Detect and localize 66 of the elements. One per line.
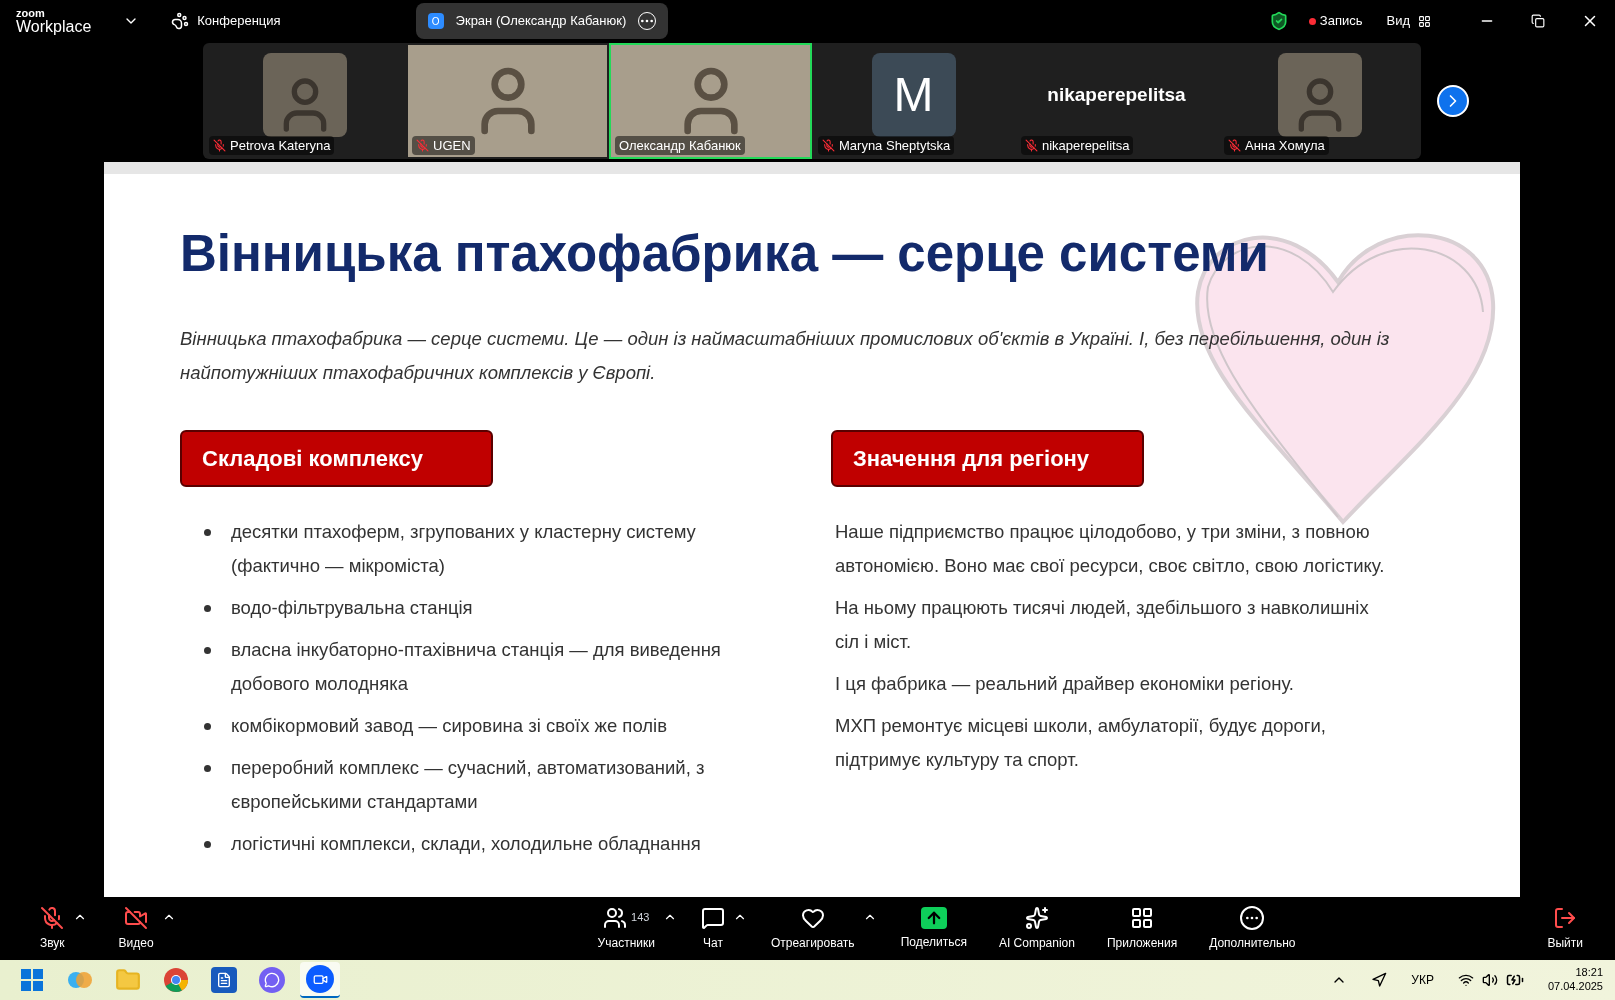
exit-icon [1553, 905, 1578, 930]
avatar-initial: M [871, 53, 956, 137]
participant-count: 143 [631, 910, 650, 926]
toolbar-button[interactable]: Звук [32, 905, 73, 952]
toolbar-button[interactable]: Дополнительно [1201, 905, 1304, 952]
clock[interactable]: 18:21 07.04.2025 [1547, 966, 1603, 994]
app-logo: zoom Workplace [16, 7, 92, 35]
body-paragraph: Наше підприємство працює цілодобово, у три зміни, з повною автономією. Воно має свої ресурси, своє світло, свою логістику. [835, 519, 1386, 578]
participant-name: Petrova Kateryna [209, 135, 335, 155]
body-paragraph: МХП ремонтує місцеві школи, амбулаторії, будує дороги, підтримує культуру та спорт. [835, 713, 1327, 772]
restore-icon[interactable] [1531, 14, 1545, 28]
bullet-icon [204, 528, 211, 536]
wifi-icon[interactable] [1457, 972, 1474, 988]
participant-tile[interactable]: M Maryna Sheptytska [812, 43, 1015, 159]
camera-app-icon[interactable] [300, 962, 340, 998]
participant-name: nikaperepelitsa [1021, 135, 1134, 155]
next-page-button[interactable] [1437, 85, 1469, 117]
participant-name: Олександр Кабанюк [615, 135, 745, 155]
intro-paragraph: Вінницька птахофабрика — серце системи. Це — один із наймасштабніших промислових об'єктів в Україні. І, без перебільшення, один із найпотужніших птахофабричних комплексів у Європі. [180, 326, 1391, 385]
section-heading: Складові комплексу [180, 429, 493, 487]
grid-icon [1418, 14, 1431, 28]
participant-tile[interactable]: Petrova Kateryna [203, 43, 406, 159]
leave-button[interactable]: Выйти [1547, 905, 1583, 952]
paw-icon [171, 12, 190, 30]
speaker-icon[interactable] [1481, 972, 1498, 988]
toolbar-button[interactable]: 143 Участники [589, 905, 663, 952]
location-icon[interactable] [1371, 972, 1388, 988]
toolbar-button[interactable]: Приложения [1098, 905, 1186, 952]
people-icon [603, 905, 628, 930]
list-item: водо-фільтрувальна станція [231, 595, 473, 620]
meeting-menu[interactable]: Конференция [171, 11, 281, 31]
participant-tile[interactable]: nikaperepelitsa nikaperepelitsa [1015, 43, 1218, 159]
bullet-icon [204, 764, 211, 772]
view-button[interactable]: Вид [1386, 11, 1431, 31]
participant-tile[interactable]: Олександр Кабанюк [609, 43, 812, 159]
list-item: логістичні комплекси, склади, холодильне обладнання [231, 831, 701, 856]
toolbar-button[interactable]: AI Companion [990, 905, 1083, 952]
list-item: комбікормовий завод — сировина зі своїх же полів [231, 713, 667, 738]
share-pill[interactable]: O Экран (Олександр Кабанюк) [415, 3, 669, 39]
sparkle-icon [1024, 905, 1049, 930]
toolbar-button[interactable]: Чат [692, 905, 733, 952]
language-indicator[interactable]: УКР [1411, 971, 1434, 989]
participant-tile[interactable]: UGEN [406, 43, 609, 159]
chat-bubble-icon [700, 905, 725, 930]
slide-title: Вінницька птахофабрика — серце системи [180, 224, 1270, 284]
bullet-icon [204, 840, 211, 848]
grid-icon [1130, 905, 1155, 930]
body-paragraph: І ця фабрика — реальний драйвер економіки регіону. [835, 671, 1295, 696]
ellipsis-icon [1240, 905, 1265, 930]
body-paragraph: На ньому працюють тисячі людей, здебільшого з навколишніх сіл і міст. [835, 595, 1370, 654]
bullet-icon [204, 722, 211, 730]
list-item: десятки птахоферм, згрупованих у кластерну систему (фактично — мікроміста) [231, 519, 697, 578]
recording-button[interactable]: Запись [1308, 11, 1363, 31]
share-label: Экран (Олександр Кабанюк) [455, 12, 627, 31]
participant-name: UGEN [412, 135, 475, 155]
bullet-icon [204, 604, 211, 612]
screen-badge: O [427, 13, 444, 29]
participant-name: Maryna Sheptytska [818, 135, 955, 155]
section-heading: Значення для регіону [831, 429, 1144, 487]
toolbar-button[interactable]: Видео [110, 905, 162, 952]
toolbar-button[interactable]: Поделиться [892, 906, 975, 951]
bullet-icon [204, 646, 211, 654]
participant-tile[interactable]: Анна Хомула [1218, 43, 1421, 159]
participant-display-name: nikaperepelitsa [1047, 82, 1186, 107]
participant-name: Анна Хомула [1224, 135, 1329, 155]
toolbar-button[interactable]: Отреагировать [762, 905, 863, 952]
